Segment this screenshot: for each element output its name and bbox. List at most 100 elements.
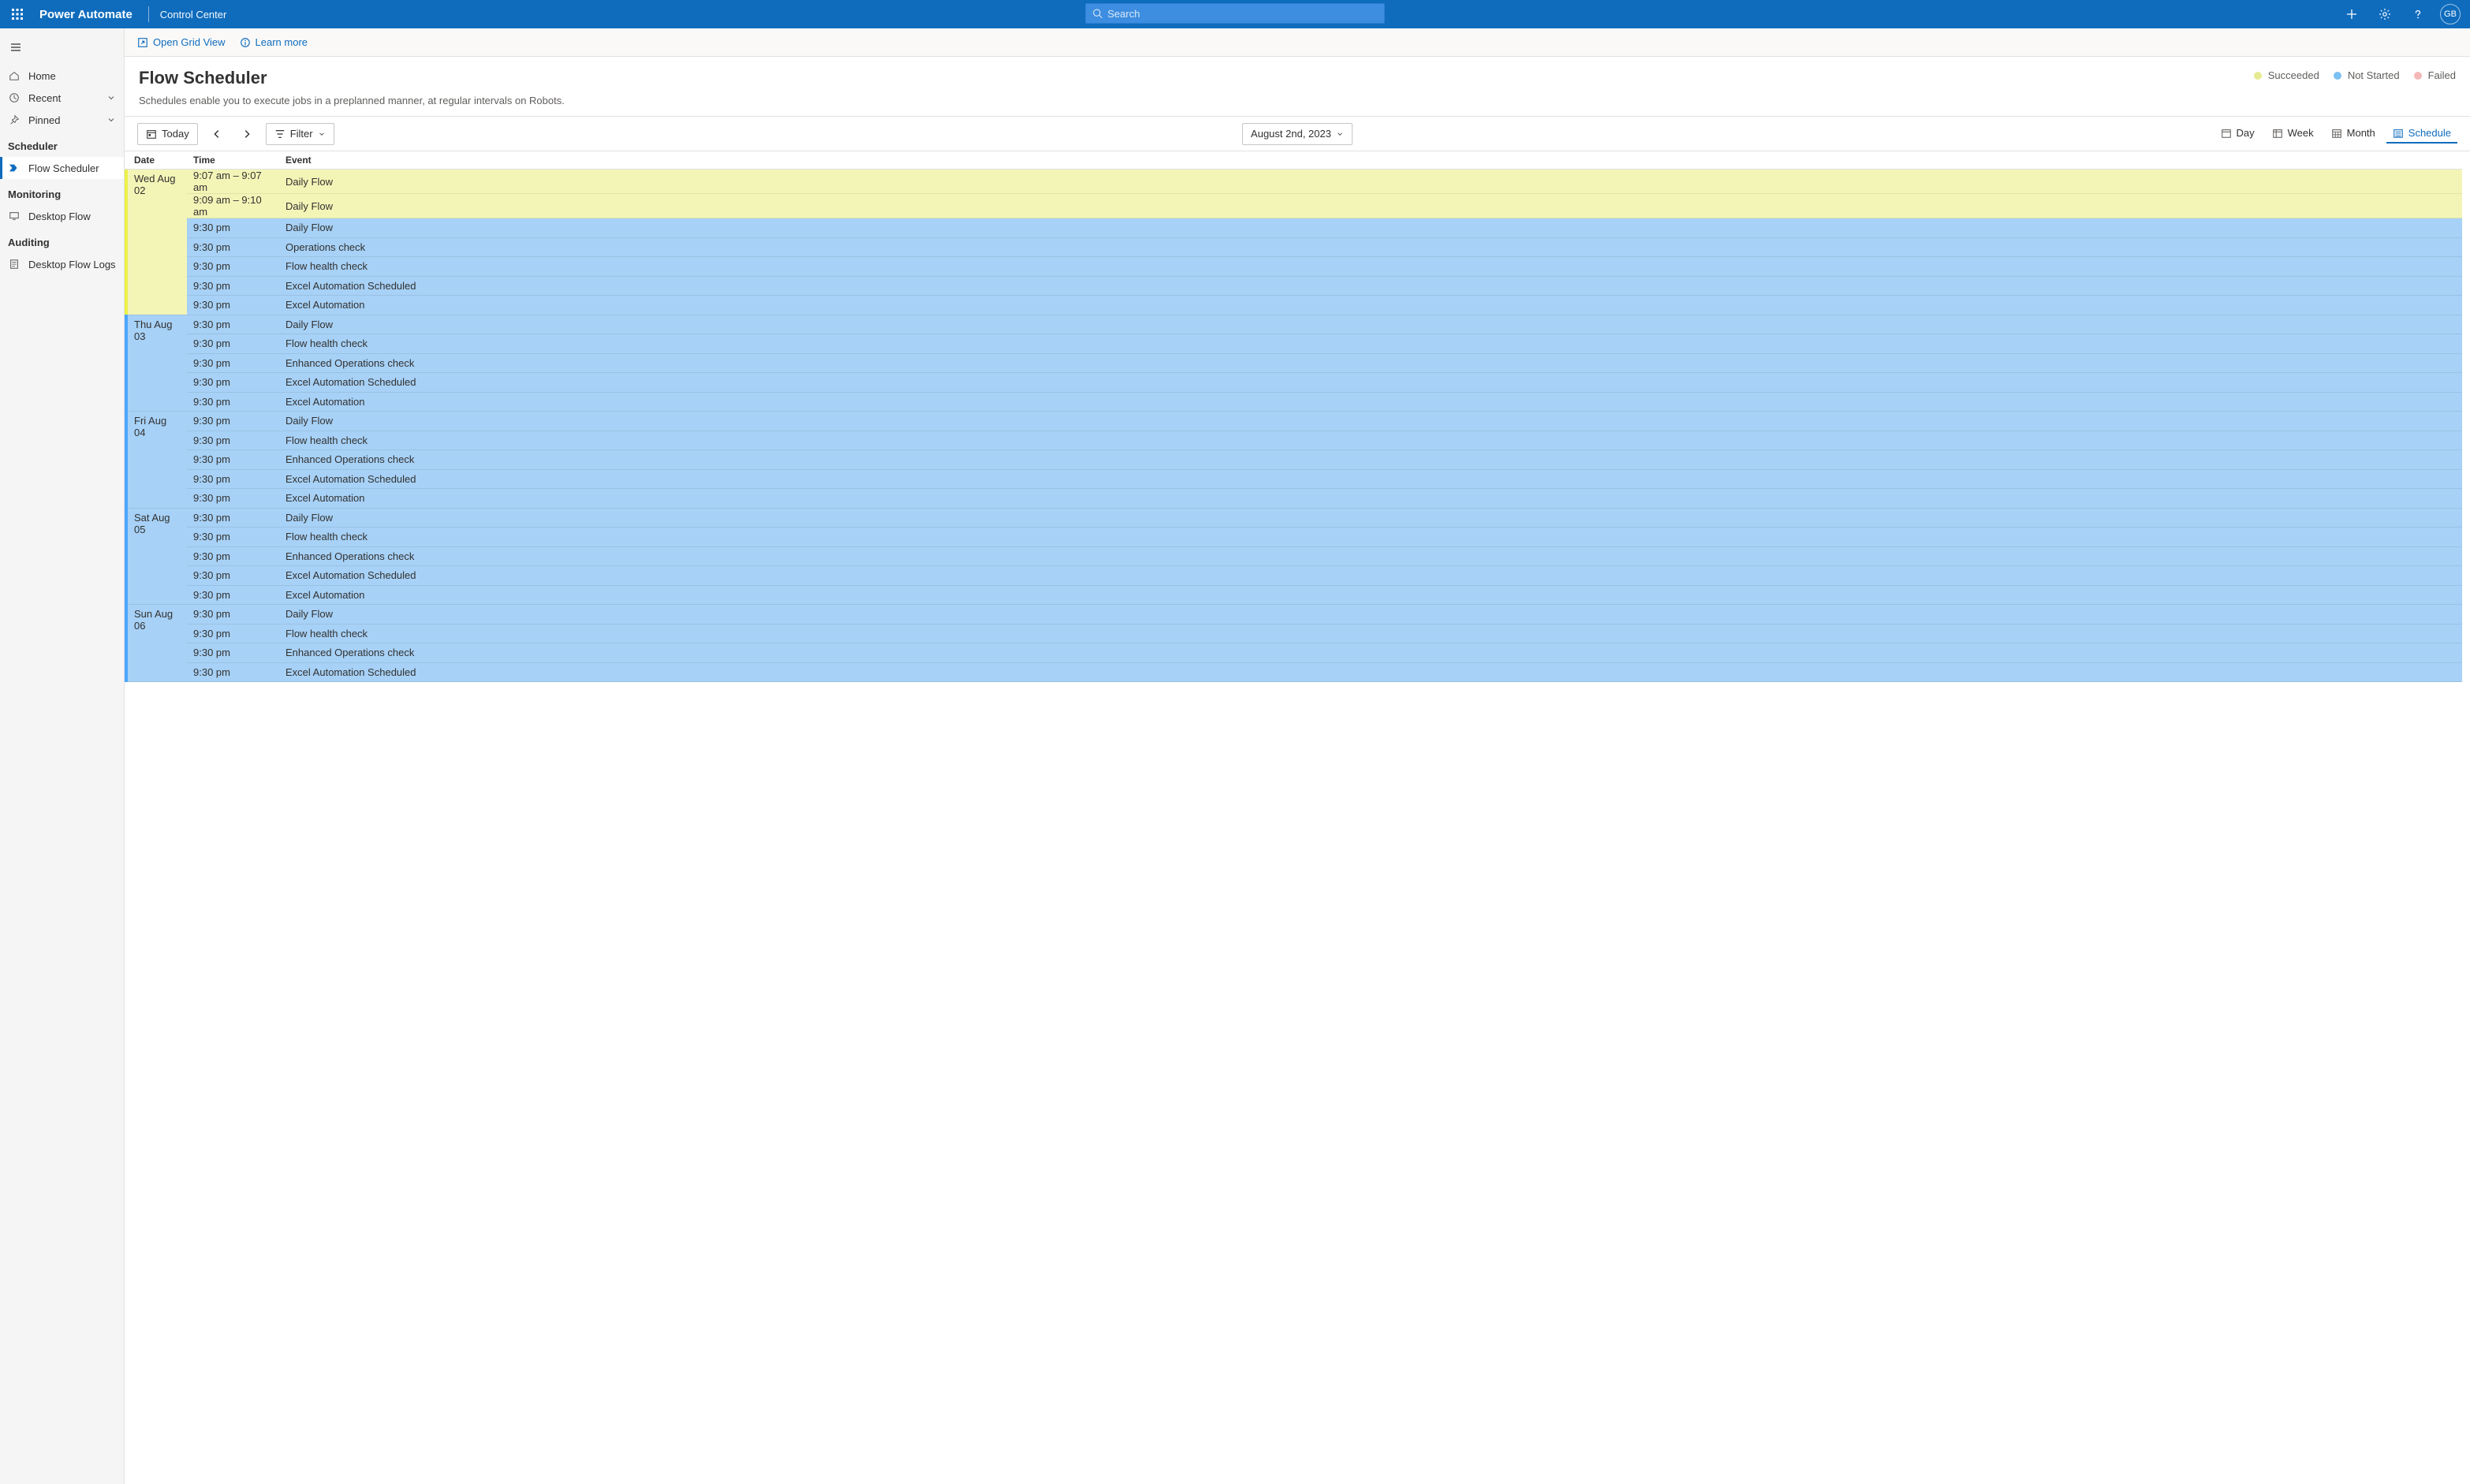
calendar-month-icon xyxy=(2331,128,2342,139)
time-cell: 9:30 pm xyxy=(187,585,279,605)
breadcrumb[interactable]: Control Center xyxy=(160,9,227,21)
search-box[interactable] xyxy=(1085,3,1385,24)
time-cell: 9:30 pm xyxy=(187,353,279,373)
sidebar-item-recent[interactable]: Recent xyxy=(0,87,124,109)
schedule-row[interactable]: 9:30 pmExcel Automation Scheduled xyxy=(125,662,2462,682)
schedule-row[interactable]: Sun Aug 069:30 pmDaily Flow xyxy=(125,605,2462,625)
time-cell: 9:30 pm xyxy=(187,450,279,470)
search-input[interactable] xyxy=(1107,8,1378,20)
chevron-down-icon xyxy=(1336,130,1344,138)
view-tab-month[interactable]: Month xyxy=(2325,124,2382,144)
schedule-row[interactable]: 9:30 pmOperations check xyxy=(125,237,2462,257)
schedule-row[interactable]: 9:30 pmExcel Automation Scheduled xyxy=(125,566,2462,586)
schedule-row[interactable]: 9:30 pmExcel Automation xyxy=(125,392,2462,412)
open-grid-view-label: Open Grid View xyxy=(153,36,226,48)
sidebar-item-label: Recent xyxy=(28,92,61,104)
sidebar-item-home[interactable]: Home xyxy=(0,65,124,87)
schedule-row[interactable]: 9:30 pmExcel Automation xyxy=(125,296,2462,315)
today-label: Today xyxy=(162,128,189,140)
info-icon xyxy=(240,37,251,48)
schedule-row[interactable]: 9:30 pmEnhanced Operations check xyxy=(125,353,2462,373)
schedule-row[interactable]: Wed Aug 029:07 am – 9:07 amDaily Flow xyxy=(125,170,2462,194)
sidebar-item-desktop-flow-logs[interactable]: Desktop Flow Logs xyxy=(0,253,124,275)
schedule-table: Date Time Event Wed Aug 029:07 am – 9:07… xyxy=(125,151,2462,682)
event-cell: Excel Automation Scheduled xyxy=(279,373,2462,393)
filter-button[interactable]: Filter xyxy=(266,123,334,145)
date-cell: Sun Aug 06 xyxy=(128,605,187,682)
event-cell: Excel Automation xyxy=(279,392,2462,412)
filter-label: Filter xyxy=(290,128,313,140)
view-tab-label: Day xyxy=(2237,127,2255,139)
schedule-row[interactable]: 9:30 pmFlow health check xyxy=(125,624,2462,643)
event-cell: Flow health check xyxy=(279,431,2462,450)
sidebar-item-label: Desktop Flow xyxy=(28,211,91,222)
time-cell: 9:30 pm xyxy=(187,566,279,586)
event-cell: Flow health check xyxy=(279,624,2462,643)
prev-button[interactable] xyxy=(206,123,228,145)
schedule-row[interactable]: 9:30 pmFlow health check xyxy=(125,528,2462,547)
time-cell: 9:30 pm xyxy=(187,469,279,489)
event-cell: Excel Automation Scheduled xyxy=(279,469,2462,489)
schedule-row[interactable]: 9:30 pmEnhanced Operations check xyxy=(125,450,2462,470)
view-tab-schedule[interactable]: Schedule xyxy=(2386,124,2457,144)
schedule-row[interactable]: 9:30 pmEnhanced Operations check xyxy=(125,643,2462,663)
date-picker-button[interactable]: August 2nd, 2023 xyxy=(1242,123,1353,145)
clock-icon xyxy=(9,92,20,103)
today-button[interactable]: Today xyxy=(137,123,198,145)
sidebar-item-desktop-flow[interactable]: Desktop Flow xyxy=(0,205,124,227)
event-cell: Flow health check xyxy=(279,528,2462,547)
topbar-separator xyxy=(148,6,149,22)
col-header-date: Date xyxy=(128,151,187,170)
schedule-row[interactable]: 9:30 pmExcel Automation Scheduled xyxy=(125,373,2462,393)
schedule-row[interactable]: Sat Aug 059:30 pmDaily Flow xyxy=(125,508,2462,528)
help-button[interactable] xyxy=(2407,3,2429,25)
nav-collapse-button[interactable] xyxy=(6,38,25,57)
schedule-row[interactable]: Thu Aug 039:30 pmDaily Flow xyxy=(125,315,2462,334)
learn-more-button[interactable]: Learn more xyxy=(240,36,308,48)
calendar-day-icon xyxy=(2221,128,2232,139)
schedule-grid-scroll[interactable]: Date Time Event Wed Aug 029:07 am – 9:07… xyxy=(125,151,2462,1484)
schedule-row[interactable]: Fri Aug 049:30 pmDaily Flow xyxy=(125,412,2462,431)
time-cell: 9:30 pm xyxy=(187,489,279,509)
app-launcher-button[interactable] xyxy=(6,3,28,25)
view-tab-day[interactable]: Day xyxy=(2214,124,2261,144)
sidebar: Home Recent Pinned Scheduler Flow Schedu… xyxy=(0,28,125,1484)
schedule-row[interactable]: 9:09 am – 9:10 amDaily Flow xyxy=(125,194,2462,218)
open-grid-view-button[interactable]: Open Grid View xyxy=(137,36,226,48)
schedule-row[interactable]: 9:30 pmExcel Automation xyxy=(125,489,2462,509)
event-cell: Operations check xyxy=(279,237,2462,257)
add-button[interactable] xyxy=(2341,3,2363,25)
schedule-row[interactable]: 9:30 pmExcel Automation Scheduled xyxy=(125,276,2462,296)
main-content: Open Grid View Learn more Flow Scheduler… xyxy=(125,28,2470,1484)
legend-dot-succeeded xyxy=(2254,72,2262,80)
avatar[interactable]: GB xyxy=(2440,4,2461,24)
schedule-row[interactable]: 9:30 pmExcel Automation xyxy=(125,585,2462,605)
next-button[interactable] xyxy=(236,123,258,145)
settings-button[interactable] xyxy=(2374,3,2396,25)
time-cell: 9:30 pm xyxy=(187,643,279,663)
schedule-row[interactable]: 9:30 pmFlow health check xyxy=(125,431,2462,450)
event-cell: Daily Flow xyxy=(279,218,2462,238)
hamburger-icon xyxy=(9,41,22,54)
col-header-event: Event xyxy=(279,151,2462,170)
time-cell: 9:30 pm xyxy=(187,237,279,257)
sidebar-item-pinned[interactable]: Pinned xyxy=(0,109,124,131)
sidebar-item-flow-scheduler[interactable]: Flow Scheduler xyxy=(0,157,124,179)
view-tab-week[interactable]: Week xyxy=(2266,124,2320,144)
legend-dot-not-started xyxy=(2334,72,2341,80)
schedule-row[interactable]: 9:30 pmExcel Automation Scheduled xyxy=(125,469,2462,489)
schedule-row[interactable]: 9:30 pmDaily Flow xyxy=(125,218,2462,238)
legend-failed: Failed xyxy=(2414,69,2456,81)
chevron-down-icon xyxy=(318,130,326,138)
schedule-row[interactable]: 9:30 pmFlow health check xyxy=(125,334,2462,354)
legend-label: Failed xyxy=(2428,69,2456,81)
time-cell: 9:30 pm xyxy=(187,373,279,393)
date-display: August 2nd, 2023 xyxy=(1251,128,1331,140)
legend-dot-failed xyxy=(2414,72,2422,80)
legend-not-started: Not Started xyxy=(2334,69,2400,81)
schedule-row[interactable]: 9:30 pmEnhanced Operations check xyxy=(125,546,2462,566)
plus-icon xyxy=(2345,8,2358,21)
flow-icon xyxy=(9,162,20,173)
schedule-row[interactable]: 9:30 pmFlow health check xyxy=(125,257,2462,277)
time-cell: 9:30 pm xyxy=(187,334,279,354)
